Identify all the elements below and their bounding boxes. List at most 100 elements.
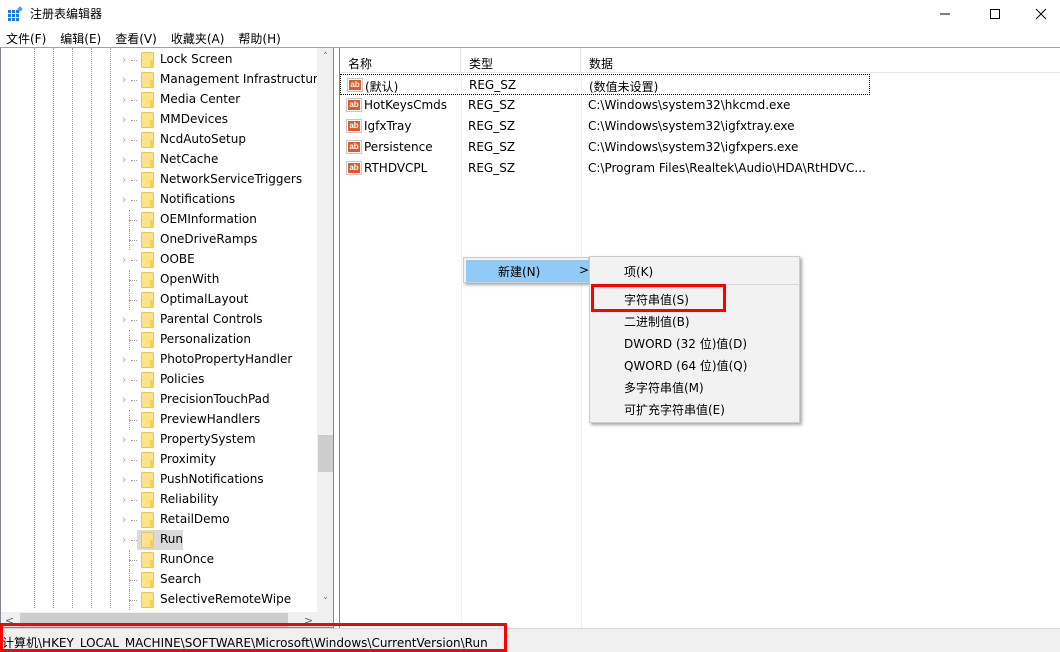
- tree-item-label: OneDriveRamps: [160, 232, 258, 246]
- list-header: 名称 类型 数据: [340, 48, 1060, 73]
- tree-item-label: Parental Controls: [160, 312, 263, 326]
- tree-item-label: PushNotifications: [160, 472, 264, 486]
- submenu-item-multi-string-value[interactable]: 多字符串值(M): [592, 375, 797, 397]
- tree-connector: [131, 480, 137, 481]
- folder-icon: [141, 572, 154, 588]
- folder-icon: [141, 512, 154, 528]
- tree-item[interactable]: Personalization: [1, 330, 317, 350]
- annotation-highlight-string-value: [591, 284, 726, 312]
- tree-item[interactable]: › NetworkServiceTriggers: [1, 170, 317, 190]
- close-icon: [1035, 8, 1047, 20]
- tree-item[interactable]: › Policies: [1, 370, 317, 390]
- folder-icon: [141, 552, 154, 568]
- context-menu-new[interactable]: 新建(N) >: [466, 260, 590, 282]
- tree-item[interactable]: › Notifications: [1, 190, 317, 210]
- tree-item[interactable]: › Reliability: [1, 490, 317, 510]
- folder-icon: [141, 352, 154, 368]
- tree-connector: [131, 200, 137, 201]
- submenu-item-qword-value[interactable]: QWORD (64 位)值(Q): [592, 353, 797, 375]
- tree-item-label: PreviewHandlers: [160, 412, 261, 426]
- tree-item[interactable]: › Lock Screen: [1, 50, 317, 70]
- scroll-up-button[interactable]: ˄: [317, 48, 333, 65]
- tree-item-label: Notifications: [160, 192, 236, 206]
- annotation-highlight-path: [0, 623, 507, 652]
- value-row[interactable]: ab (默认) REG_SZ (数值未设置): [340, 74, 870, 95]
- tree-item-label: Personalization: [160, 332, 251, 346]
- submenu-item-label: 可扩充字符串值(E): [624, 403, 725, 417]
- menu-edit[interactable]: 编辑(E): [54, 28, 107, 48]
- tree-item[interactable]: RunOnce: [1, 550, 317, 570]
- submenu-item-label: 二进制值(B): [624, 315, 690, 329]
- context-menu: 新建(N) >: [463, 257, 590, 283]
- value-type: REG_SZ: [469, 78, 517, 92]
- string-value-icon: ab: [346, 119, 362, 133]
- submenu-item-expandable-string-value[interactable]: 可扩充字符串值(E): [592, 397, 797, 419]
- submenu-item-binary-value[interactable]: 二进制值(B): [592, 309, 797, 331]
- string-value-icon: ab: [346, 140, 362, 154]
- menu-view[interactable]: 查看(V): [109, 28, 163, 48]
- folder-icon: [141, 452, 154, 468]
- submenu-item-key[interactable]: 项(K): [592, 259, 797, 281]
- value-name: IgfxTray: [364, 119, 412, 133]
- minimize-button[interactable]: [922, 0, 968, 28]
- tree-item[interactable]: › PropertySystem: [1, 430, 317, 450]
- tree-item-label: Management Infrastructure: [160, 72, 325, 86]
- folder-icon: [141, 532, 154, 548]
- tree-item[interactable]: PreviewHandlers: [1, 410, 317, 430]
- value-row[interactable]: ab IgfxTray REG_SZ C:\Windows\system32\igfx…: [340, 116, 870, 137]
- tree-connector: [131, 180, 137, 181]
- tree-item[interactable]: › Run: [1, 530, 317, 550]
- column-header-data[interactable]: 数据: [581, 48, 1060, 73]
- tree-connector: [129, 560, 137, 561]
- tree-item[interactable]: › PushNotifications: [1, 470, 317, 490]
- tree-item-label: Search: [160, 572, 202, 586]
- value-row[interactable]: ab RTHDVCPL REG_SZ C:\Program Files\Realtek…: [340, 158, 870, 179]
- tree-connector: [131, 440, 137, 441]
- tree-item[interactable]: › Media Center: [1, 90, 317, 110]
- folder-icon: [141, 52, 154, 68]
- tree-connector: [131, 360, 137, 361]
- tree-item[interactable]: OpenWith: [1, 270, 317, 290]
- tree-item[interactable]: SelectiveRemoteWipe: [1, 590, 317, 610]
- tree-connector: [131, 520, 137, 521]
- vertical-scroll-thumb[interactable]: [318, 435, 333, 472]
- menu-favorites[interactable]: 收藏夹(A): [165, 28, 231, 48]
- folder-icon: [141, 72, 154, 88]
- column-header-name[interactable]: 名称: [340, 48, 461, 73]
- column-header-type[interactable]: 类型: [461, 48, 581, 73]
- menu-file[interactable]: 文件(F): [0, 28, 52, 48]
- value-data: C:\Windows\system32\hkcmd.exe: [588, 98, 791, 112]
- tree-item[interactable]: › NetCache: [1, 150, 317, 170]
- tree-item[interactable]: OptimalLayout: [1, 290, 317, 310]
- tree-item[interactable]: OEMInformation: [1, 210, 317, 230]
- tree-item[interactable]: › OOBE: [1, 250, 317, 270]
- tree-connector: [129, 300, 137, 301]
- tree-item[interactable]: OneDriveRamps: [1, 230, 317, 250]
- tree-item[interactable]: › Management Infrastructure: [1, 70, 325, 90]
- tree-item[interactable]: › RetailDemo: [1, 510, 317, 530]
- tree-item[interactable]: › PhotoPropertyHandler: [1, 350, 317, 370]
- title-bar: 注册表编辑器: [0, 0, 1060, 28]
- key-tree-pane[interactable]: › Lock Screen › Management Infrastructure › M…: [0, 48, 334, 628]
- folder-icon: [141, 292, 154, 308]
- tree-vertical-scrollbar[interactable]: ˄ ˅: [317, 48, 333, 612]
- tree-item[interactable]: › NcdAutoSetup: [1, 130, 317, 150]
- maximize-button[interactable]: [972, 0, 1018, 28]
- value-data: C:\Windows\system32\igfxtray.exe: [588, 119, 795, 133]
- tree-item-label: Policies: [160, 372, 205, 386]
- value-row[interactable]: ab Persistence REG_SZ C:\Windows\system32\i…: [340, 137, 870, 158]
- window-title: 注册表编辑器: [30, 7, 103, 21]
- value-row[interactable]: ab HotKeysCmds REG_SZ C:\Windows\system32\h…: [340, 95, 870, 116]
- tree-item[interactable]: › Parental Controls: [1, 310, 317, 330]
- tree-item[interactable]: › Proximity: [1, 450, 317, 470]
- tree-item-label: NetCache: [160, 152, 219, 166]
- tree-item[interactable]: › PrecisionTouchPad: [1, 390, 317, 410]
- tree-item[interactable]: Search: [1, 570, 317, 590]
- tree-connector: [131, 320, 137, 321]
- close-button[interactable]: [1018, 0, 1060, 28]
- tree-item[interactable]: › MMDevices: [1, 110, 317, 130]
- menu-help[interactable]: 帮助(H): [232, 28, 286, 48]
- submenu-item-dword-value[interactable]: DWORD (32 位)值(D): [592, 331, 797, 353]
- submenu-item-label: 多字符串值(M): [624, 381, 704, 395]
- scroll-down-button[interactable]: ˅: [317, 593, 333, 610]
